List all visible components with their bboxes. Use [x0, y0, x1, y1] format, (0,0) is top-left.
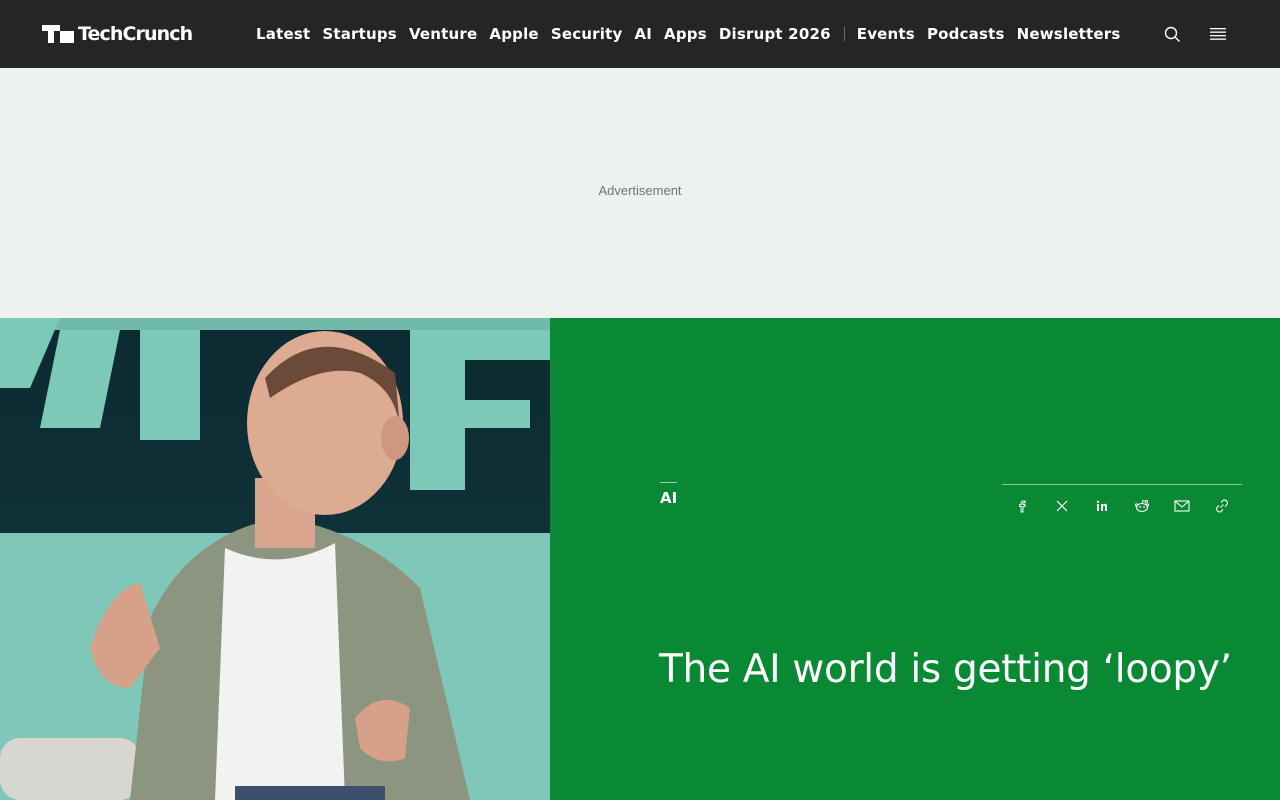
advertisement-label: Advertisement: [598, 183, 682, 198]
nav-startups[interactable]: Startups: [322, 25, 397, 43]
linkedin-icon: [1096, 500, 1107, 511]
share-bar: [1002, 484, 1242, 524]
nav-ai[interactable]: AI: [634, 25, 652, 43]
nav-security[interactable]: Security: [551, 25, 623, 43]
nav-latest[interactable]: Latest: [256, 25, 310, 43]
advertisement-slot: Advertisement: [0, 68, 1280, 318]
nav-divider: [843, 27, 845, 41]
share-reddit-button[interactable]: [1128, 492, 1156, 520]
nav-disrupt-2026[interactable]: Disrupt 2026: [719, 25, 831, 43]
nav-venture[interactable]: Venture: [409, 25, 477, 43]
link-icon: [1215, 498, 1229, 513]
x-icon: [1056, 500, 1068, 511]
speaker-photo: [0, 318, 550, 800]
article-hero-image: [0, 318, 550, 800]
category-link[interactable]: AI: [660, 489, 677, 507]
menu-button[interactable]: [1206, 22, 1230, 46]
share-facebook-button[interactable]: [1008, 492, 1036, 520]
site-logo-text: TechCrunch: [78, 23, 193, 45]
main-nav: Latest Startups Venture Apple Security A…: [256, 0, 1133, 68]
site-header: TechCrunch Latest Startups Venture Apple…: [0, 0, 1280, 68]
facebook-icon: [1019, 500, 1026, 512]
share-x-button[interactable]: [1048, 492, 1076, 520]
email-icon: [1174, 499, 1190, 512]
share-linkedin-button[interactable]: [1088, 492, 1116, 520]
reddit-icon: [1134, 499, 1150, 512]
nav-podcasts[interactable]: Podcasts: [927, 25, 1005, 43]
copy-link-button[interactable]: [1208, 492, 1236, 520]
nav-apple[interactable]: Apple: [489, 25, 538, 43]
hamburger-menu-icon: [1210, 28, 1226, 40]
search-icon: [1164, 26, 1180, 42]
article-title: The AI world is getting ‘loopy’: [659, 647, 1232, 692]
share-email-button[interactable]: [1168, 492, 1196, 520]
nav-events[interactable]: Events: [857, 25, 915, 43]
techcrunch-logo-icon: [42, 25, 74, 43]
article-hero-panel: AI The AI world is getting ‘loopy’: [550, 318, 1280, 800]
article-category: AI: [660, 482, 678, 508]
site-logo[interactable]: TechCrunch: [42, 23, 193, 45]
nav-newsletters[interactable]: Newsletters: [1017, 25, 1121, 43]
search-button[interactable]: [1160, 22, 1184, 46]
nav-apps[interactable]: Apps: [664, 25, 707, 43]
